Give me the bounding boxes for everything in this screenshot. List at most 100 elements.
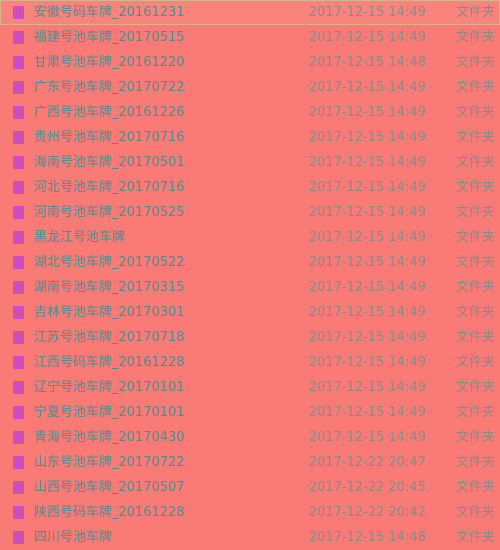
table-row[interactable]: 吉林号池车牌_20170301 2017-12-15 14:49 文件夹 [0, 300, 500, 325]
table-row[interactable]: 湖北号池车牌_20170522 2017-12-15 14:49 文件夹 [0, 250, 500, 275]
file-name-cell[interactable]: 吉林号池车牌_20170301 [1, 305, 301, 321]
folder-icon [13, 256, 24, 269]
file-type-cell: 文件夹 [456, 529, 496, 545]
file-name-cell[interactable]: 广东号池车牌_20170722 [1, 80, 301, 96]
folder-icon [13, 31, 24, 44]
folder-icon [13, 456, 24, 469]
file-name-label: 广西号池车牌_20161226 [34, 104, 185, 120]
file-name-cell[interactable]: 河北号池车牌_20170716 [1, 180, 301, 196]
file-name-cell[interactable]: 江西号码车牌_20161228 [1, 355, 301, 371]
file-date-cell: 2017-12-15 14:48 [308, 529, 426, 545]
file-name-label: 河北号池车牌_20170716 [34, 179, 185, 195]
folder-icon [13, 531, 24, 544]
folder-icon [13, 506, 24, 519]
file-name-label: 海南号池车牌_20170501 [34, 154, 185, 170]
file-name-label: 山东号池车牌_20170722 [34, 454, 185, 470]
folder-icon [13, 181, 24, 194]
file-name-cell[interactable]: 湖南号池车牌_20170315 [1, 280, 301, 296]
folder-icon [13, 6, 24, 19]
file-name-label: 宁夏号池车牌_20170101 [34, 404, 185, 420]
file-name-label: 河南号池车牌_20170525 [34, 204, 185, 220]
file-date-cell: 2017-12-15 14:49 [308, 254, 426, 270]
file-name-cell[interactable]: 河南号池车牌_20170525 [1, 205, 301, 221]
file-name-cell[interactable]: 海南号池车牌_20170501 [1, 155, 301, 171]
folder-icon [13, 356, 24, 369]
file-name-cell[interactable]: 广西号池车牌_20161226 [1, 105, 301, 121]
folder-icon [13, 156, 24, 169]
folder-icon [13, 56, 24, 69]
file-type-cell: 文件夹 [456, 354, 496, 370]
file-date-cell: 2017-12-15 14:48 [308, 54, 426, 70]
table-row[interactable]: 甘肃号池车牌_20161220 2017-12-15 14:48 文件夹 [0, 50, 500, 75]
table-row[interactable]: 江西号码车牌_20161228 2017-12-15 14:49 文件夹 [0, 350, 500, 375]
file-name-cell[interactable]: 陕西号码车牌_20161228 [1, 505, 301, 521]
file-date-cell: 2017-12-15 14:49 [308, 354, 426, 370]
file-name-cell[interactable]: 青海号池车牌_20170430 [1, 430, 301, 446]
file-date-cell: 2017-12-15 14:49 [308, 229, 426, 245]
folder-icon [13, 381, 24, 394]
file-type-cell: 文件夹 [456, 4, 496, 20]
table-row[interactable]: 福建号池车牌_20170515 2017-12-15 14:49 文件夹 [0, 25, 500, 50]
table-row[interactable]: 宁夏号池车牌_20170101 2017-12-15 14:49 文件夹 [0, 400, 500, 425]
table-row[interactable]: 广西号池车牌_20161226 2017-12-15 14:49 文件夹 [0, 100, 500, 125]
table-row[interactable]: 贵州号池车牌_20170716 2017-12-15 14:49 文件夹 [0, 125, 500, 150]
file-type-cell: 文件夹 [456, 29, 496, 45]
file-name-cell[interactable]: 四川号池车牌 [1, 530, 301, 546]
table-row[interactable]: 江苏号池车牌_20170718 2017-12-15 14:49 文件夹 [0, 325, 500, 350]
file-type-cell: 文件夹 [456, 429, 496, 445]
table-row[interactable]: 河北号池车牌_20170716 2017-12-15 14:49 文件夹 [0, 175, 500, 200]
file-name-label: 江西号码车牌_20161228 [34, 354, 185, 370]
table-row[interactable]: 山东号池车牌_20170722 2017-12-22 20:47 文件夹 [0, 450, 500, 475]
file-name-label: 贵州号池车牌_20170716 [34, 129, 185, 145]
file-date-cell: 2017-12-15 14:49 [308, 379, 426, 395]
file-date-cell: 2017-12-15 14:49 [308, 79, 426, 95]
file-name-cell[interactable]: 黑龙江号池车牌 [1, 230, 301, 246]
file-date-cell: 2017-12-15 14:49 [308, 4, 426, 20]
file-name-label: 山西号池车牌_20170507 [34, 479, 185, 495]
table-row[interactable]: 青海号池车牌_20170430 2017-12-15 14:49 文件夹 [0, 425, 500, 450]
file-name-label: 吉林号池车牌_20170301 [34, 304, 185, 320]
file-name-cell[interactable]: 江苏号池车牌_20170718 [1, 330, 301, 346]
file-type-cell: 文件夹 [456, 479, 496, 495]
file-name-cell[interactable]: 湖北号池车牌_20170522 [1, 255, 301, 271]
file-list[interactable]: 安徽号码车牌_20161231 2017-12-15 14:49 文件夹 福建号池车牌… [0, 0, 500, 545]
file-type-cell: 文件夹 [456, 304, 496, 320]
file-type-cell: 文件夹 [456, 229, 496, 245]
file-name-cell[interactable]: 宁夏号池车牌_20170101 [1, 405, 301, 421]
table-row[interactable]: 安徽号码车牌_20161231 2017-12-15 14:49 文件夹 [0, 0, 500, 25]
table-row[interactable]: 河南号池车牌_20170525 2017-12-15 14:49 文件夹 [0, 200, 500, 225]
file-type-cell: 文件夹 [456, 404, 496, 420]
folder-icon [13, 406, 24, 419]
file-name-label: 甘肃号池车牌_20161220 [34, 54, 185, 70]
file-name-cell[interactable]: 贵州号池车牌_20170716 [1, 130, 301, 146]
table-row[interactable]: 陕西号码车牌_20161228 2017-12-22 20:42 文件夹 [0, 500, 500, 525]
file-name-cell[interactable]: 安徽号码车牌_20161231 [1, 5, 301, 21]
table-row[interactable]: 山西号池车牌_20170507 2017-12-22 20:45 文件夹 [0, 475, 500, 500]
folder-icon [13, 106, 24, 119]
file-date-cell: 2017-12-15 14:49 [308, 279, 426, 295]
folder-icon [13, 206, 24, 219]
file-name-label: 福建号池车牌_20170515 [34, 29, 185, 45]
folder-icon [13, 131, 24, 144]
file-date-cell: 2017-12-22 20:47 [308, 454, 426, 470]
folder-icon [13, 231, 24, 244]
table-row[interactable]: 四川号池车牌 2017-12-15 14:48 文件夹 [0, 525, 500, 550]
table-row[interactable]: 黑龙江号池车牌 2017-12-15 14:49 文件夹 [0, 225, 500, 250]
file-date-cell: 2017-12-15 14:49 [308, 429, 426, 445]
folder-icon [13, 281, 24, 294]
file-date-cell: 2017-12-15 14:49 [308, 104, 426, 120]
file-name-cell[interactable]: 山西号池车牌_20170507 [1, 480, 301, 496]
table-row[interactable]: 广东号池车牌_20170722 2017-12-15 14:49 文件夹 [0, 75, 500, 100]
file-name-cell[interactable]: 山东号池车牌_20170722 [1, 455, 301, 471]
file-name-label: 青海号池车牌_20170430 [34, 429, 185, 445]
file-type-cell: 文件夹 [456, 54, 496, 70]
file-name-cell[interactable]: 福建号池车牌_20170515 [1, 30, 301, 46]
file-type-cell: 文件夹 [456, 254, 496, 270]
table-row[interactable]: 辽宁号池车牌_20170101 2017-12-15 14:49 文件夹 [0, 375, 500, 400]
file-name-cell[interactable]: 甘肃号池车牌_20161220 [1, 55, 301, 71]
file-name-label: 安徽号码车牌_20161231 [34, 4, 185, 20]
table-row[interactable]: 湖南号池车牌_20170315 2017-12-15 14:49 文件夹 [0, 275, 500, 300]
table-row[interactable]: 海南号池车牌_20170501 2017-12-15 14:49 文件夹 [0, 150, 500, 175]
file-name-cell[interactable]: 辽宁号池车牌_20170101 [1, 380, 301, 396]
folder-icon [13, 331, 24, 344]
